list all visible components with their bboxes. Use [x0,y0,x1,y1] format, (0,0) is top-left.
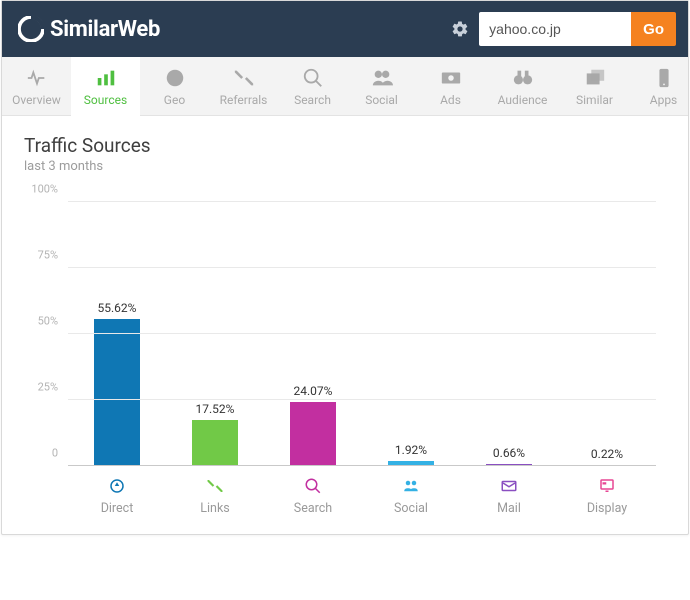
category-cell[interactable]: Direct [68,471,166,516]
tab-label: Social [365,93,398,107]
globe-icon [164,67,186,89]
gridline [68,399,656,400]
gridline [68,267,656,268]
money-icon [440,67,462,89]
y-tick-label: 100% [31,183,68,196]
tab-label: Geo [164,93,185,107]
people-icon [371,67,393,89]
bar-value-label: 24.07% [294,384,333,398]
bar-chart-icon [95,67,117,89]
tab-sources[interactable]: Sources [71,57,140,115]
tab-label: Apps [650,93,678,107]
category-label: Display [558,501,656,516]
bar[interactable]: 17.52% [192,420,238,466]
search-icon [264,475,362,497]
section-subtitle: last 3 months [24,159,666,174]
tab-label: Referrals [220,93,268,107]
domain-input[interactable] [479,12,631,46]
content-area: Traffic Sources last 3 months 55.62% 17.5… [2,116,688,534]
category-label: Direct [68,501,166,516]
traffic-sources-chart: 55.62% 17.52% 24.07% 1.92% 0.66% 0.22% 0 25% 50… [24,194,666,524]
tab-apps[interactable]: Apps [629,57,690,115]
bar-value-label: 1.92% [395,443,427,457]
topbar: SimilarWeb Go [2,1,688,57]
tab-label: Overview [12,93,61,107]
brand-text: SimilarWeb [50,17,160,42]
tab-geo[interactable]: Geo [140,57,209,115]
app-shell: SimilarWeb Go Overview Sources Geo Refer… [1,0,689,535]
category-cell[interactable]: Search [264,471,362,516]
tab-social[interactable]: Social [347,57,416,115]
phone-icon [653,67,675,89]
category-cell[interactable]: Links [166,471,264,516]
binoculars-icon [512,67,534,89]
tab-audience[interactable]: Audience [485,57,560,115]
category-cell[interactable]: Mail [460,471,558,516]
tab-referrals[interactable]: Referrals [209,57,278,115]
tab-label: Sources [84,93,127,107]
bar-column: 0.22% [558,202,656,466]
similarweb-logo-icon [18,16,44,42]
tab-label: Search [294,93,331,107]
bar-value-label: 17.52% [196,402,235,416]
bar-value-label: 55.62% [98,301,137,315]
tab-ads[interactable]: Ads [416,57,485,115]
category-cell[interactable]: Social [362,471,460,516]
bar-value-label: 0.22% [591,447,623,461]
brand: SimilarWeb [18,16,451,42]
gridline [68,333,656,334]
chart-bars: 55.62% 17.52% 24.07% 1.92% 0.66% 0.22% [68,202,656,466]
links-icon [166,475,264,497]
direct-icon [68,475,166,497]
bar[interactable]: 24.07% [290,402,336,466]
category-label: Links [166,501,264,516]
y-tick-label: 75% [38,249,68,262]
category-label: Search [264,501,362,516]
tab-label: Similar [576,93,613,107]
arrows-icon [233,67,255,89]
bar[interactable]: 55.62% [94,319,140,466]
windows-icon [584,67,606,89]
bar-column: 17.52% [166,202,264,466]
section-title: Traffic Sources [24,134,666,157]
pulse-icon [26,67,48,89]
gridline [68,465,656,466]
tab-overview[interactable]: Overview [2,57,71,115]
category-label: Social [362,501,460,516]
display-icon [558,475,656,497]
search-group: Go [479,12,676,46]
go-button[interactable]: Go [631,12,676,46]
nav-tabs: Overview Sources Geo Referrals Search So… [2,57,688,116]
chart-categories: DirectLinksSearchSocialMailDisplay [68,471,656,516]
settings-button[interactable] [451,20,469,38]
category-cell[interactable]: Display [558,471,656,516]
y-tick-label: 0 [52,447,68,460]
tab-label: Audience [498,93,548,107]
bar-column: 55.62% [68,202,166,466]
tab-similar[interactable]: Similar [560,57,629,115]
gridline [68,201,656,202]
tab-label: Ads [440,93,461,107]
mail-icon [460,475,558,497]
gear-icon [451,20,469,38]
y-tick-label: 50% [38,315,68,328]
bar-value-label: 0.66% [493,446,525,460]
social-icon [362,475,460,497]
search-nav-icon [302,67,324,89]
tab-search[interactable]: Search [278,57,347,115]
y-tick-label: 25% [38,381,68,394]
bar-column: 24.07% [264,202,362,466]
chart-plot-area: 55.62%17.52%24.07%1.92%0.66%0.22% 025%50… [68,202,656,466]
category-label: Mail [460,501,558,516]
bar-column: 1.92% [362,202,460,466]
bar-column: 0.66% [460,202,558,466]
